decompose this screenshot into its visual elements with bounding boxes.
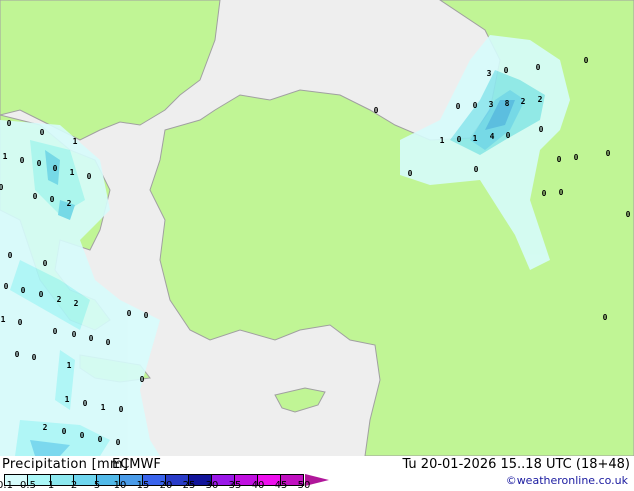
color-scale-tick: 0.1: [0, 480, 13, 491]
precip-value-label: 0: [506, 131, 511, 140]
precip-value-label: 1: [440, 136, 445, 145]
precip-value-label: 0: [408, 169, 413, 178]
precip-value-label: 1: [1, 315, 6, 324]
precip-value-label: 0: [559, 188, 564, 197]
precip-value-label: 0: [626, 210, 631, 219]
precip-value-label: 0: [457, 135, 462, 144]
color-scale-tick: 50: [297, 480, 311, 491]
precip-value-label: 2: [43, 423, 48, 432]
color-scale-tick: 35: [228, 480, 242, 491]
precip-value-label: 0: [374, 106, 379, 115]
precip-value-label: 0: [127, 309, 132, 318]
precip-value-label: 1: [73, 137, 78, 146]
color-scale-tick: 25: [182, 480, 196, 491]
precip-value-label: 1: [70, 168, 75, 177]
precip-value-label: 0: [21, 286, 26, 295]
color-scale-tick: 1: [47, 480, 55, 491]
precip-value-label: 4: [490, 132, 495, 141]
precip-value-label: 0: [106, 338, 111, 347]
precip-value-label: 0: [574, 153, 579, 162]
color-scale-tick: 10: [113, 480, 127, 491]
precip-value-label: 0: [50, 195, 55, 204]
map-title: Precipitation [mm]: [2, 457, 129, 472]
color-scale-tick: 5: [93, 480, 101, 491]
precip-value-label: 2: [538, 95, 543, 104]
color-scale-tick: 0.5: [20, 480, 36, 491]
precip-value-label: 1: [67, 361, 72, 370]
precip-value-label: 0: [474, 165, 479, 174]
credit-link[interactable]: ©weatheronline.co.uk: [506, 474, 628, 487]
precip-value-label: 0: [32, 353, 37, 362]
precip-value-label: 0: [0, 183, 4, 192]
precip-value-label: 0: [37, 159, 42, 168]
precip-value-label: 1: [101, 403, 106, 412]
precip-value-label: 0: [33, 192, 38, 201]
precip-value-label: 0: [119, 405, 124, 414]
precipitation-map: 0 0 3 0 0 0 3 8 2 2 0 1 0 1 4 0 0 0 0 0 0 0 0 0 0 0 0 0 1 1 0 0 0 1 0 0 0 0 2 0…: [0, 0, 634, 456]
color-scale-tick: 20: [159, 480, 173, 491]
precip-value-label: 0: [140, 375, 145, 384]
precip-value-label: 1: [65, 395, 70, 404]
precip-value-label: 0: [557, 155, 562, 164]
precip-value-label: 1: [3, 152, 8, 161]
precip-value-label: 0: [89, 334, 94, 343]
precip-value-label: 0: [536, 63, 541, 72]
precip-value-label: 3: [487, 69, 492, 78]
precip-value-label: 0: [144, 311, 149, 320]
precip-value-label: 3: [489, 100, 494, 109]
precip-value-label: 0: [539, 125, 544, 134]
precip-value-label: 0: [83, 399, 88, 408]
legend-footer: Precipitation [mm] ECMWF Tu 20-01-2026 1…: [0, 456, 634, 491]
precip-value-label: 8: [505, 99, 510, 108]
precip-value-label: 0: [15, 350, 20, 359]
precip-value-label: 0: [542, 189, 547, 198]
precip-value-label: 2: [74, 299, 79, 308]
precip-value-label: 0: [40, 128, 45, 137]
precip-value-label: 2: [521, 97, 526, 106]
precip-value-label: 0: [43, 259, 48, 268]
precip-value-label: 0: [8, 251, 13, 260]
precip-value-label: 0: [116, 438, 121, 447]
precip-value-label: 0: [4, 282, 9, 291]
precip-value-label: 2: [57, 295, 62, 304]
valid-time: Tu 20-01-2026 15..18 UTC (18+48): [402, 457, 630, 472]
precip-value-label: 0: [18, 318, 23, 327]
precip-value-label: 0: [456, 102, 461, 111]
precip-value-label: 0: [87, 172, 92, 181]
color-scale-tick: 45: [274, 480, 288, 491]
precip-value-label: 1: [473, 134, 478, 143]
precip-value-label: 0: [606, 149, 611, 158]
precip-value-label: 0: [98, 435, 103, 444]
precip-value-label: 0: [7, 119, 12, 128]
color-scale-tick: 15: [136, 480, 150, 491]
precip-value-label: 2: [67, 199, 72, 208]
color-scale-tick: 40: [251, 480, 265, 491]
precip-value-label: 0: [473, 101, 478, 110]
precip-value-label: 0: [80, 431, 85, 440]
color-scale-tick: 30: [205, 480, 219, 491]
precip-value-label: 0: [39, 290, 44, 299]
precip-value-label: 0: [53, 327, 58, 336]
precip-value-label: 0: [72, 330, 77, 339]
precip-value-label: 0: [603, 313, 608, 322]
precip-value-label: 0: [53, 164, 58, 173]
precip-value-label: 0: [62, 427, 67, 436]
precip-value-label: 0: [504, 66, 509, 75]
color-scale-tick: 2: [70, 480, 78, 491]
model-name: ECMWF: [112, 457, 161, 472]
precip-value-label: 0: [20, 156, 25, 165]
precip-value-label: 0: [584, 56, 589, 65]
